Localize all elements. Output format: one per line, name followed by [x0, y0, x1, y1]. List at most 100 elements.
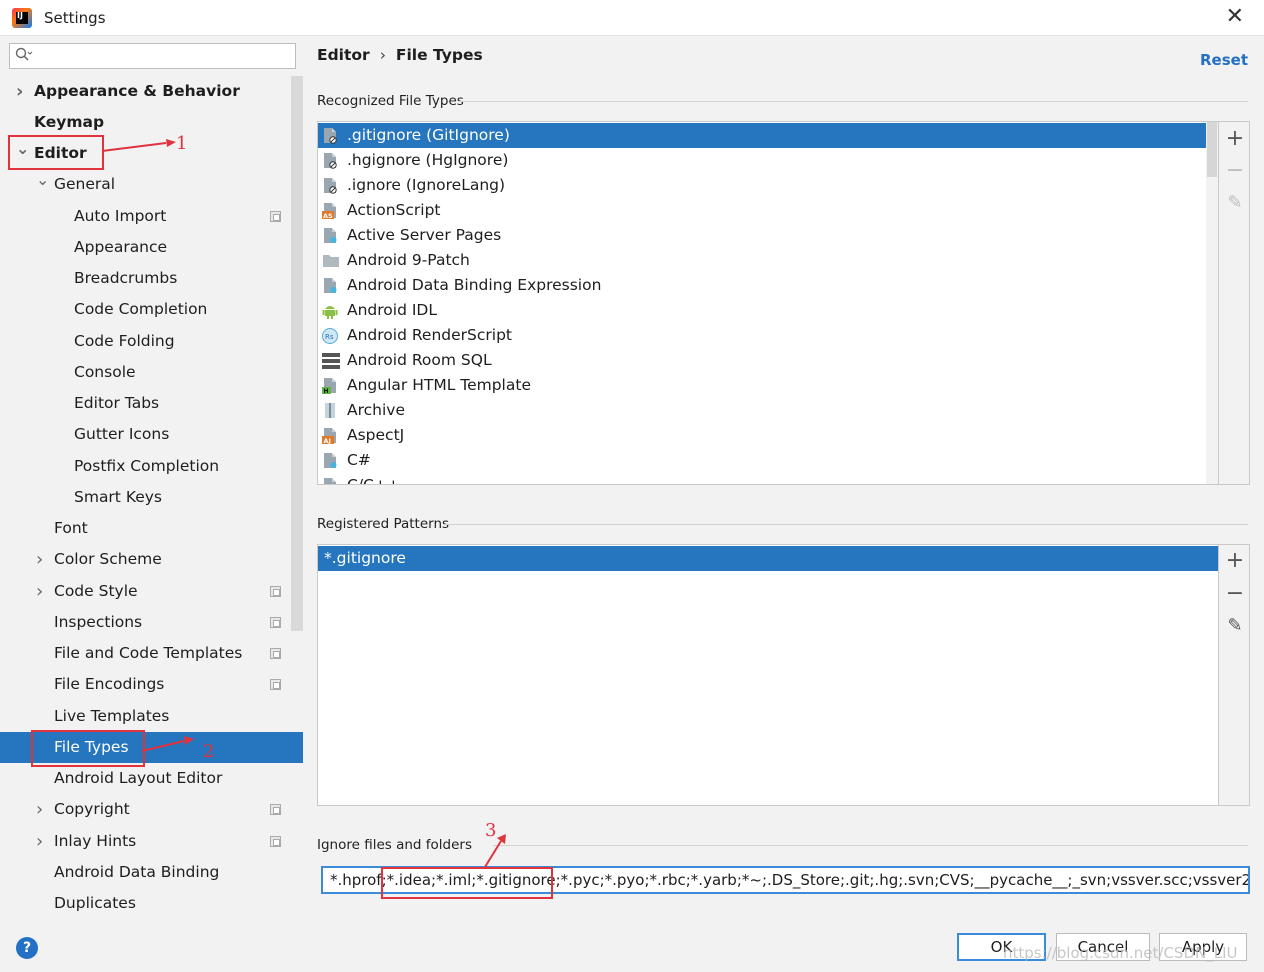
sidebar-item[interactable]: › Appearance & Behavior [16, 76, 240, 107]
sidebar-item-label: Keymap [34, 113, 105, 131]
sidebar-item[interactable]: Editor Tabs [74, 388, 159, 419]
chevron-right-icon[interactable]: › [36, 576, 43, 607]
file-type-label: Android 9-Patch [347, 251, 470, 269]
sidebar-item[interactable]: Code Completion [74, 294, 207, 325]
edit-file-type-button[interactable]: ✎ [1225, 192, 1245, 214]
file-type-row[interactable]: .hgignore (HgIgnore) [318, 148, 1206, 173]
sidebar-item-label: Color Scheme [54, 550, 162, 568]
sidebar-item[interactable]: › Color Scheme [36, 544, 162, 575]
file-type-row[interactable]: H Angular HTML Template [318, 373, 1206, 398]
file-type-label: Android Data Binding Expression [347, 276, 602, 294]
file-type-row[interactable]: AJ AspectJ [318, 423, 1206, 448]
file-types-scroll-thumb[interactable] [1207, 122, 1217, 177]
file-type-label: Angular HTML Template [347, 376, 531, 394]
file-type-row[interactable]: .gitignore (GitIgnore) [318, 123, 1206, 148]
sidebar-item[interactable]: Android Data Binding [54, 857, 219, 888]
sidebar-item-label: Android Layout Editor [54, 769, 223, 787]
chevron-right-icon[interactable]: › [36, 826, 43, 857]
sidebar-item[interactable]: Auto Import [74, 201, 166, 232]
aspectj-icon: AJ [322, 427, 338, 445]
file-type-row[interactable]: Rs Android RenderScript [318, 323, 1206, 348]
file-type-row[interactable]: Archive [318, 398, 1206, 423]
sidebar-item[interactable]: › Code Style [36, 576, 138, 607]
sidebar-item-label: Appearance & Behavior [34, 82, 240, 100]
add-pattern-button[interactable]: + [1225, 550, 1245, 572]
sidebar-item-label: Code Folding [74, 332, 175, 350]
file-type-row[interactable]: C/C++ [318, 473, 1206, 485]
breadcrumb-file-types: File Types [395, 46, 483, 64]
help-icon[interactable]: ? [16, 937, 38, 959]
project-level-icon [270, 211, 281, 222]
actionscript-icon: AS [322, 202, 338, 220]
sidebar-item[interactable]: Console [74, 357, 136, 388]
watermark-text: https://blog.csdn.net/CSDN_LIU [1003, 944, 1238, 962]
remove-file-type-button[interactable]: − [1225, 160, 1245, 182]
sidebar-scrollbar[interactable] [291, 76, 303, 631]
svg-text:H: H [324, 388, 329, 394]
file-type-row[interactable]: .ignore (IgnoreLang) [318, 173, 1206, 198]
sidebar-item-label: File Encodings [54, 675, 165, 693]
recognized-file-types-list[interactable]: .gitignore (GitIgnore) .hgignore (HgIgnor… [317, 121, 1219, 485]
chevron-right-icon[interactable]: › [16, 76, 23, 107]
chevron-right-icon[interactable]: › [36, 544, 43, 575]
annotation-box-editor [8, 135, 104, 170]
file-types-scrollbar[interactable] [1206, 122, 1218, 484]
sidebar-item[interactable]: Live Templates [54, 701, 169, 732]
search-field[interactable] [9, 43, 296, 69]
sidebar-item[interactable]: Smart Keys [74, 482, 162, 513]
annotation-number-1: 1 [176, 133, 188, 154]
sidebar-item[interactable]: Keymap [34, 107, 104, 138]
sidebar-item[interactable]: Font [54, 513, 88, 544]
file-type-label: C/C++ [347, 476, 400, 485]
sidebar-item[interactable]: › Inlay Hints [36, 826, 137, 857]
search-input[interactable] [40, 46, 290, 66]
sidebar-item[interactable]: Android Layout Editor [54, 763, 222, 794]
sidebar-item[interactable]: Appearance [74, 232, 167, 263]
project-level-icon [270, 679, 281, 690]
file-types-toolbar: + − ✎ [1219, 121, 1250, 485]
registered-patterns-list[interactable]: *.gitignore [317, 544, 1219, 806]
sidebar-item-label: Live Templates [54, 707, 170, 725]
file-type-row[interactable]: Active Server Pages [318, 223, 1206, 248]
dialog-button-bar: ? OK Cancel Apply https://blog.csdn.net/… [0, 920, 1264, 972]
sidebar-item[interactable]: File and Code Templates [54, 638, 242, 669]
sidebar-item[interactable]: Gutter Icons [74, 419, 169, 450]
sidebar-item[interactable]: ⌄ General [36, 169, 116, 200]
svg-text:AS: AS [323, 212, 333, 219]
file-type-row[interactable]: Android Room SQL [318, 348, 1206, 373]
generic-file-icon [322, 277, 338, 294]
html-icon: H [322, 377, 338, 395]
pattern-row[interactable]: *.gitignore [318, 546, 1218, 571]
sidebar-item[interactable]: › Copyright [36, 794, 130, 825]
sidebar-item-label: Smart Keys [74, 488, 162, 506]
section-divider [493, 845, 1248, 846]
sidebar-item[interactable]: Postfix Completion [74, 451, 219, 482]
file-type-label: .gitignore (GitIgnore) [347, 126, 510, 144]
svg-text:AJ: AJ [324, 437, 331, 444]
file-type-row[interactable]: Android 9-Patch [318, 248, 1206, 273]
renderscript-icon: Rs [322, 327, 338, 344]
sidebar-item[interactable]: File Encodings [54, 669, 164, 700]
reset-link[interactable]: Reset [1200, 51, 1248, 69]
close-icon[interactable]: ✕ [1226, 4, 1244, 29]
file-type-row[interactable]: C# [318, 448, 1206, 473]
sidebar-item-label: Code Style [54, 582, 138, 600]
file-type-row[interactable]: AS ActionScript [318, 198, 1206, 223]
sidebar-item-label: General [54, 175, 116, 193]
breadcrumb-editor[interactable]: Editor [317, 46, 370, 64]
sidebar-item[interactable]: Duplicates [54, 888, 136, 919]
file-type-label: Archive [347, 401, 405, 419]
add-file-type-button[interactable]: + [1225, 128, 1245, 150]
sidebar-item[interactable]: Code Folding [74, 326, 175, 357]
remove-pattern-button[interactable]: − [1225, 583, 1245, 605]
sidebar-item[interactable]: Breadcrumbs [74, 263, 177, 294]
sidebar-item-label: Inlay Hints [54, 832, 137, 850]
chevron-right-icon[interactable]: › [36, 794, 43, 825]
recognized-file-types-title: Recognized File Types [317, 93, 464, 109]
file-type-label: AspectJ [347, 426, 405, 444]
edit-pattern-button[interactable]: ✎ [1225, 615, 1245, 637]
file-type-row[interactable]: Android Data Binding Expression [318, 273, 1206, 298]
sidebar-item[interactable]: Inspections [54, 607, 142, 638]
file-type-row[interactable]: Android IDL [318, 298, 1206, 323]
file-type-label: Active Server Pages [347, 226, 502, 244]
